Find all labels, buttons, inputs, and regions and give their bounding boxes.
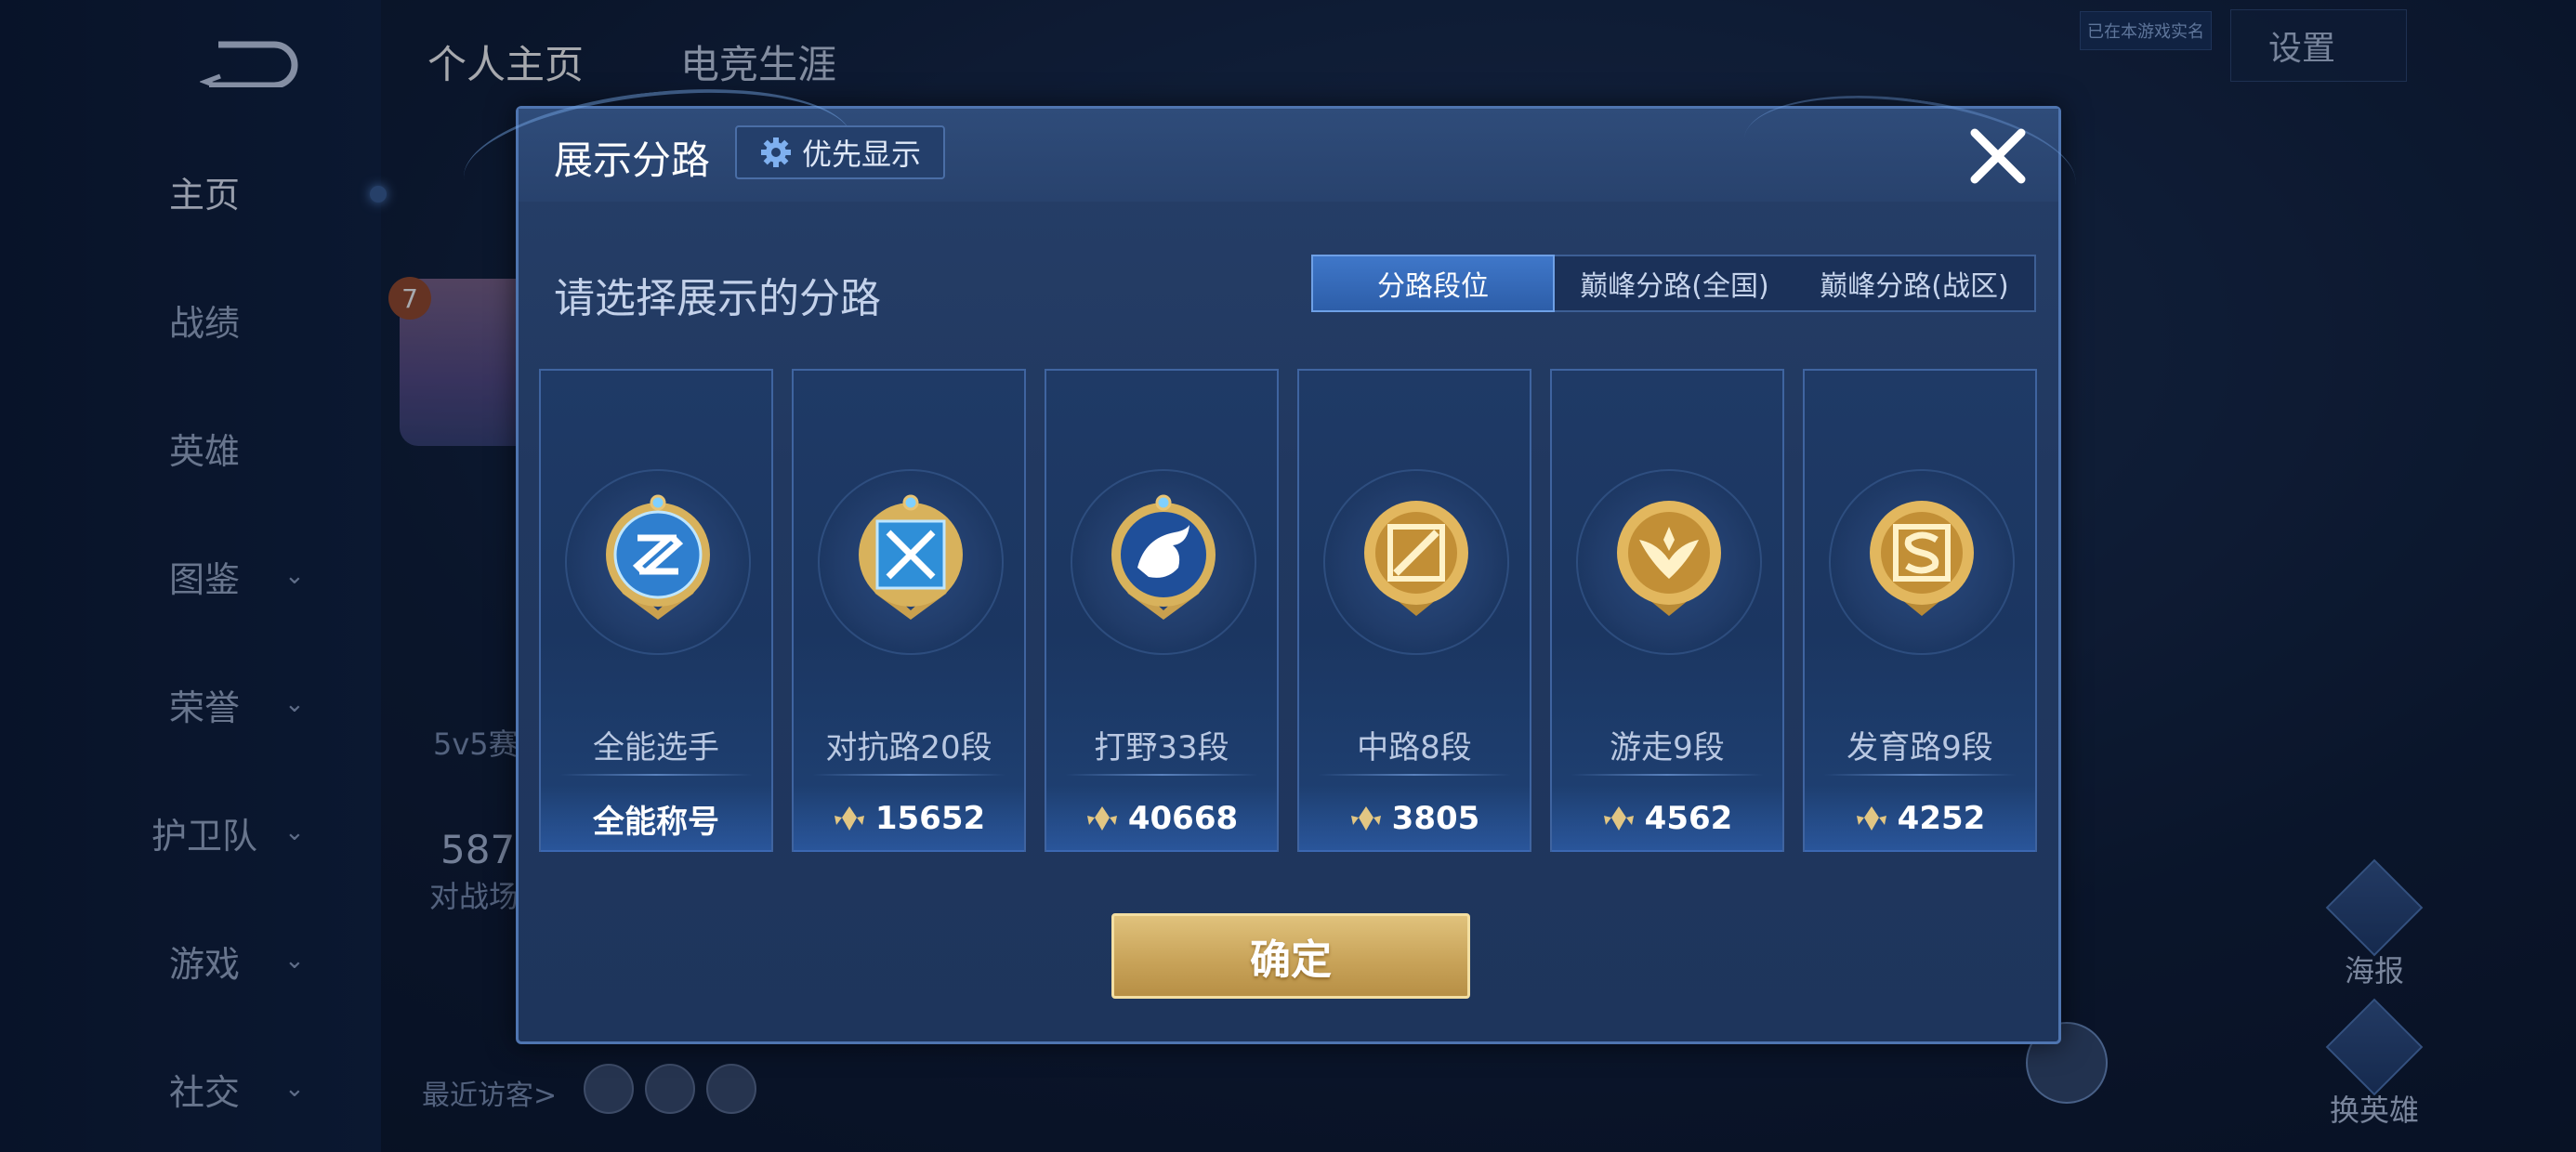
divider — [1065, 774, 1258, 776]
lane-card-value: 全能称号 — [541, 785, 771, 852]
lane-card-jungle[interactable]: 打野33段 40668 — [1045, 369, 1279, 852]
farm-lane-badge-icon — [1870, 501, 1974, 616]
lane-card-farm[interactable]: 发育路9段 4252 — [1803, 369, 2037, 852]
points-icon — [834, 806, 864, 831]
lane-card-role: 游走9段 — [1610, 729, 1725, 766]
confirm-button[interactable]: 确定 — [1111, 913, 1470, 999]
divider — [1318, 774, 1511, 776]
lane-card-role: 对抗路20段 — [825, 729, 992, 766]
points-icon — [1603, 806, 1634, 831]
points-icon — [1856, 806, 1886, 831]
lane-card-role: 中路8段 — [1357, 729, 1472, 766]
lane-card-roam[interactable]: 游走9段 4562 — [1550, 369, 1784, 852]
select-lane-heading: 请选择展示的分路 — [554, 275, 881, 322]
divider — [812, 774, 1005, 776]
priority-display-button[interactable]: 优先显示 — [735, 125, 945, 179]
divider — [1571, 774, 1764, 776]
lane-card-role: 发育路9段 — [1847, 729, 1993, 766]
clash-lane-badge-icon — [859, 494, 963, 620]
close-icon[interactable] — [1967, 125, 2029, 187]
points-icon — [1086, 806, 1117, 831]
lane-card-value: 4562 — [1552, 785, 1782, 852]
lane-card-value: 4252 — [1805, 785, 2035, 852]
divider — [559, 774, 753, 776]
lane-cards: 全能选手 全能称号 对抗路20段 15652 打野33段 40668 中路8段 … — [539, 369, 2044, 852]
gear-icon — [760, 137, 791, 167]
lane-card-value: 40668 — [1046, 785, 1277, 852]
lane-type-tabs: 分路段位 巅峰分路(全国) 巅峰分路(战区) — [1311, 255, 2036, 312]
display-lane-dialog: 展示分路 优先显示 请选择展示的分路 分路段位 巅峰分路(全国) 巅峰分路(战区… — [456, 72, 2084, 1044]
lane-card-value: 15652 — [794, 785, 1024, 852]
dialog-title: 展示分路 — [554, 137, 711, 183]
divider — [1823, 774, 2017, 776]
lane-card-value: 3805 — [1299, 785, 1530, 852]
lane-card-allround[interactable]: 全能选手 全能称号 — [539, 369, 773, 852]
lane-card-mid[interactable]: 中路8段 3805 — [1297, 369, 1531, 852]
roam-badge-icon — [1617, 501, 1721, 616]
lane-card-clash[interactable]: 对抗路20段 15652 — [792, 369, 1026, 852]
tab-peak-lane-region[interactable]: 巅峰分路(战区) — [1794, 256, 2034, 310]
jungle-badge-icon — [1111, 494, 1216, 620]
points-icon — [1350, 806, 1381, 831]
mid-lane-badge-icon — [1364, 501, 1468, 616]
tab-lane-rank[interactable]: 分路段位 — [1311, 255, 1555, 312]
tab-peak-lane-national[interactable]: 巅峰分路(全国) — [1555, 256, 1794, 310]
allround-badge-icon — [606, 494, 710, 620]
lane-card-role: 打野33段 — [1094, 729, 1229, 766]
lane-card-role: 全能选手 — [593, 729, 719, 766]
